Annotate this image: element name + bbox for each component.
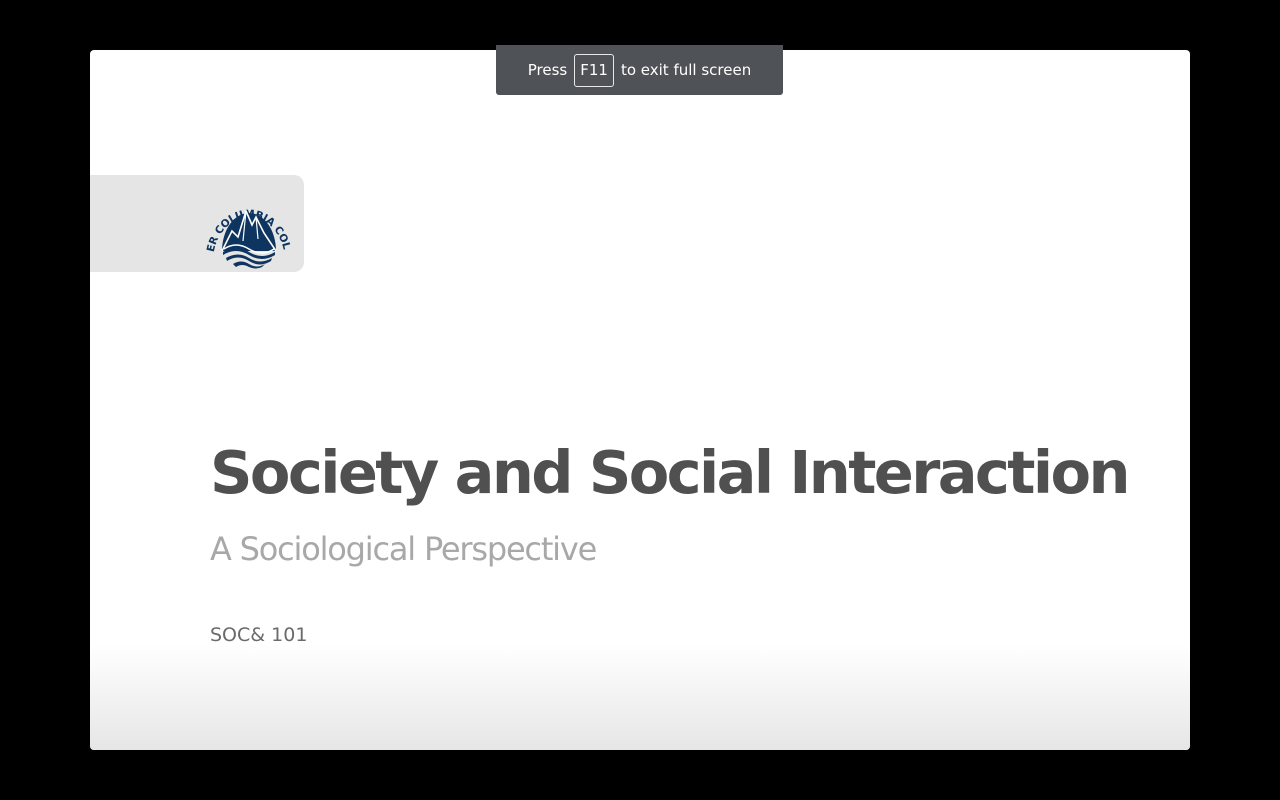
lower-columbia-college-logo: LOWER COLUMBIA COLLEGE	[202, 181, 292, 269]
slide-bottom-gradient	[90, 645, 1190, 750]
f11-key-badge: F11	[574, 53, 614, 87]
slide-subtitle: A Sociological Perspective	[210, 530, 597, 568]
notice-text-before: Press	[527, 61, 568, 79]
presentation-slide[interactable]: LOWER COLUMBIA COLLEGE Society and Socia…	[90, 50, 1190, 750]
slide-title: Society and Social Interaction	[210, 438, 1130, 507]
exit-fullscreen-notice: Press F11 to exit full screen	[496, 45, 783, 95]
fullscreen-viewport: LOWER COLUMBIA COLLEGE Society and Socia…	[0, 0, 1280, 800]
course-code: SOC& 101	[210, 624, 308, 646]
notice-text-after: to exit full screen	[620, 61, 752, 79]
logo-tab: LOWER COLUMBIA COLLEGE	[90, 175, 304, 272]
